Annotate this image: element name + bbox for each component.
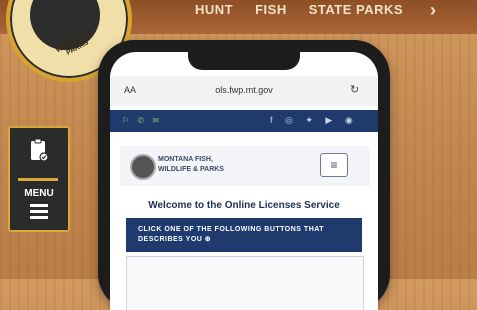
hamburger-icon[interactable]	[30, 204, 48, 222]
welcome-heading: Welcome to the Online Licenses Service	[148, 200, 340, 211]
site-brand-row: MONTANA FISH, WILDLIFE & PARKS ≡	[120, 146, 370, 186]
site-menu-button[interactable]: ≡	[320, 153, 348, 177]
phone-notch	[188, 52, 300, 70]
utility-bar: ⚐ ✆ ✉ f ◎ ✦ ▶ ◉	[110, 110, 378, 132]
brand-name[interactable]: MONTANA FISH, WILDLIFE & PARKS	[158, 155, 224, 175]
nav-item-state-parks[interactable]: STATE PARKS	[309, 2, 403, 17]
url-field[interactable]: ols.fwp.mt.gov	[110, 85, 378, 95]
tab-divider	[18, 178, 58, 181]
clipboard-check-icon	[31, 138, 48, 162]
browser-address-bar: AA ols.fwp.mt.gov ↻	[110, 76, 378, 106]
instruction-banner: CLICK ONE OF THE FOLLOWING BUTTONS THAT …	[126, 218, 362, 252]
phone-device: AA ols.fwp.mt.gov ↻ ⚐ ✆ ✉ f ◎ ✦ ▶ ◉ MONT…	[98, 40, 390, 310]
side-menu-tab[interactable]: MENU	[8, 126, 70, 232]
top-nav: HUNT FISH STATE PARKS	[195, 2, 403, 17]
site-header: WILDLIFE & PARKS HUNT FISH STATE PARKS ›	[0, 0, 477, 82]
social-icons[interactable]: f ◎ ✦ ▶ ◉	[270, 115, 358, 126]
brand-name-line2: WILDLIFE & PARKS	[158, 166, 224, 173]
reload-icon[interactable]: ↻	[350, 83, 359, 96]
nav-item-fish[interactable]: FISH	[255, 2, 287, 17]
brand-name-line1: MONTANA FISH,	[158, 156, 213, 163]
chevron-right-icon[interactable]: ›	[430, 0, 436, 21]
nav-item-hunt[interactable]: HUNT	[195, 2, 233, 17]
option-card[interactable]	[126, 256, 364, 310]
phone-screen: AA ols.fwp.mt.gov ↻ ⚐ ✆ ✉ f ◎ ✦ ▶ ◉ MONT…	[110, 52, 378, 310]
menu-label[interactable]: MENU	[10, 188, 68, 199]
brand-logo[interactable]	[130, 154, 156, 180]
banner-text: CLICK ONE OF THE FOLLOWING BUTTONS THAT …	[138, 226, 325, 243]
contact-icons[interactable]: ⚐ ✆ ✉	[122, 116, 162, 125]
